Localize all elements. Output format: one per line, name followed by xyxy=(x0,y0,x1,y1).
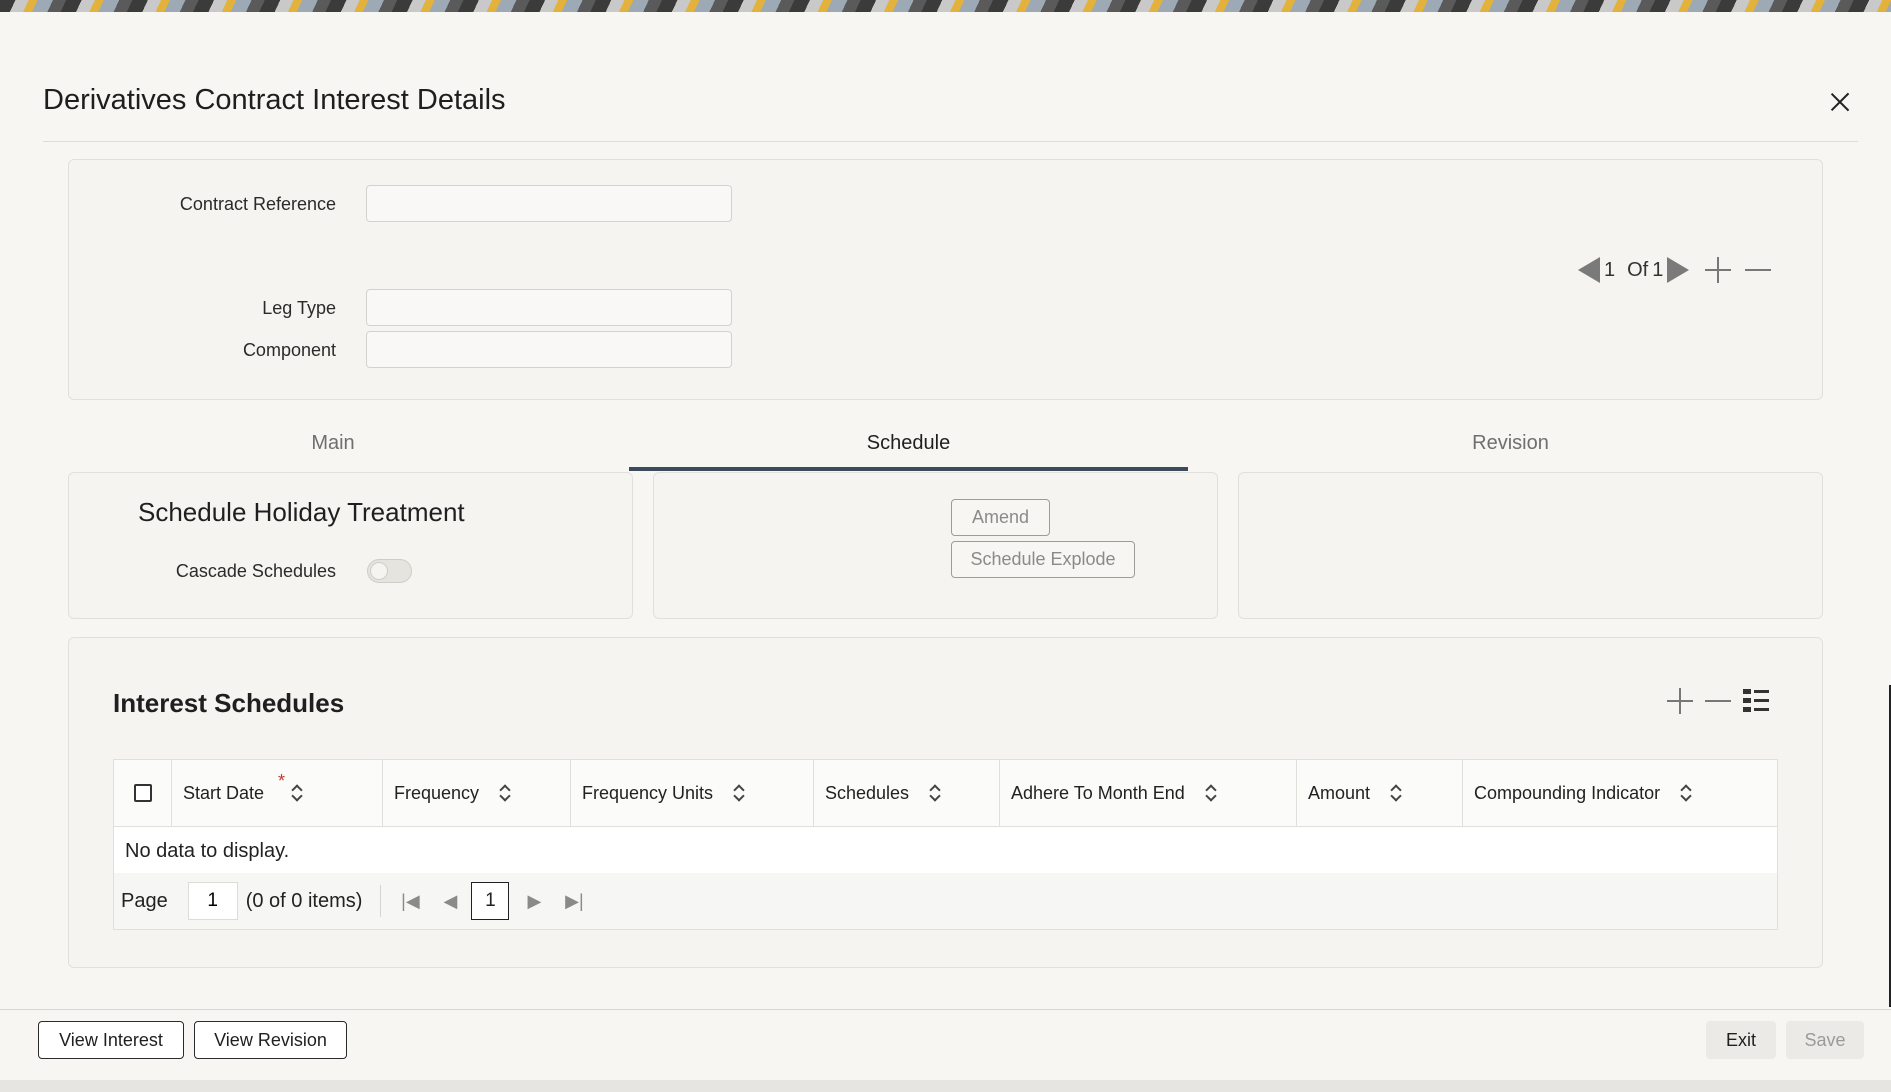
record-total: 1 xyxy=(1652,258,1664,281)
grid-toolbar xyxy=(1665,686,1771,716)
delete-record-icon[interactable] xyxy=(1743,255,1773,285)
contract-reference-input[interactable] xyxy=(366,185,732,222)
view-interest-button[interactable]: View Interest xyxy=(38,1021,184,1059)
active-tab-indicator xyxy=(629,467,1188,471)
column-frequency-units[interactable]: Frequency Units xyxy=(570,760,813,826)
items-count: (0 of 0 items) xyxy=(245,889,363,912)
tab-revision[interactable]: Revision xyxy=(1238,432,1783,472)
column-schedules[interactable]: Schedules xyxy=(813,760,999,826)
holiday-treatment-panel xyxy=(68,472,633,619)
select-all-cell xyxy=(114,760,171,826)
view-revision-button[interactable]: View Revision xyxy=(194,1021,347,1059)
contract-reference-label: Contract Reference xyxy=(179,194,336,214)
next-page-icon[interactable]: ▶ xyxy=(519,886,549,916)
revision-info-panel xyxy=(1238,472,1823,619)
column-frequency-units-label: Frequency Units xyxy=(582,782,714,803)
close-icon[interactable] xyxy=(1825,88,1855,118)
cascade-schedules-toggle[interactable] xyxy=(367,559,412,583)
record-of-label: Of xyxy=(1627,258,1649,281)
title-divider xyxy=(43,141,1858,142)
component-input[interactable] xyxy=(366,331,732,368)
grid-header-row: Start Date * Frequency Frequency Units S… xyxy=(114,760,1777,827)
cascade-schedules-label: Cascade Schedules xyxy=(175,561,336,581)
interest-schedules-title: Interest Schedules xyxy=(113,688,345,718)
column-amount-label: Amount xyxy=(1308,782,1371,803)
select-all-checkbox[interactable] xyxy=(133,784,152,802)
add-record-icon[interactable] xyxy=(1703,255,1733,285)
bottom-strip xyxy=(0,1080,1891,1092)
sort-icon[interactable] xyxy=(291,784,303,802)
record-pager: 1 Of 1 xyxy=(1578,255,1773,285)
first-page-icon[interactable]: |◀ xyxy=(395,886,425,916)
amend-button[interactable]: Amend xyxy=(951,499,1050,536)
schedule-explode-button[interactable]: Schedule Explode xyxy=(951,541,1135,578)
last-page-icon[interactable]: ▶| xyxy=(559,886,589,916)
column-frequency-label: Frequency xyxy=(394,782,480,803)
required-marker: * xyxy=(278,770,286,791)
column-start-date[interactable]: Start Date * xyxy=(171,760,382,826)
single-record-view-icon[interactable] xyxy=(1741,686,1771,716)
sort-icon[interactable] xyxy=(1205,784,1217,802)
pagination-divider xyxy=(380,885,382,917)
record-current: 1 xyxy=(1604,258,1616,281)
add-row-icon[interactable] xyxy=(1665,686,1695,716)
leg-type-input[interactable] xyxy=(366,289,732,326)
tab-main[interactable]: Main xyxy=(68,432,598,472)
column-schedules-label: Schedules xyxy=(825,782,910,803)
page-number-input[interactable] xyxy=(187,882,238,920)
delete-row-icon[interactable] xyxy=(1703,686,1733,716)
empty-grid-message: No data to display. xyxy=(125,840,290,862)
sort-icon[interactable] xyxy=(733,784,745,802)
column-adhere-to-month-end-label: Adhere To Month End xyxy=(1011,782,1185,803)
footer-divider xyxy=(0,1009,1891,1010)
sort-icon[interactable] xyxy=(1390,784,1402,802)
interest-schedules-grid: Start Date * Frequency Frequency Units S… xyxy=(113,759,1778,930)
exit-button[interactable]: Exit xyxy=(1706,1021,1776,1059)
column-compounding-indicator-label: Compounding Indicator xyxy=(1474,782,1661,803)
leg-type-label: Leg Type xyxy=(262,298,336,318)
save-button[interactable]: Save xyxy=(1786,1021,1864,1059)
column-adhere-to-month-end[interactable]: Adhere To Month End xyxy=(999,760,1296,826)
column-frequency[interactable]: Frequency xyxy=(382,760,570,826)
previous-record-icon[interactable] xyxy=(1578,257,1600,283)
sort-icon[interactable] xyxy=(1680,784,1692,802)
top-decorative-strip xyxy=(0,0,1891,12)
holiday-treatment-title: Schedule Holiday Treatment xyxy=(138,497,465,527)
sort-icon[interactable] xyxy=(499,784,511,802)
column-compounding-indicator[interactable]: Compounding Indicator xyxy=(1462,760,1777,826)
current-page-button[interactable]: 1 xyxy=(471,882,510,920)
page-label: Page xyxy=(121,889,168,912)
next-record-icon[interactable] xyxy=(1667,257,1690,283)
previous-page-icon[interactable]: ◀ xyxy=(435,886,465,916)
tab-schedule[interactable]: Schedule xyxy=(629,432,1188,472)
column-amount[interactable]: Amount xyxy=(1296,760,1462,826)
component-label: Component xyxy=(242,340,336,360)
column-start-date-label: Start Date xyxy=(183,782,265,803)
sort-icon[interactable] xyxy=(929,784,941,802)
grid-pagination: Page (0 of 0 items) |◀ ◀ 1 ▶ ▶| xyxy=(114,873,1777,929)
dialog-title: Derivatives Contract Interest Details xyxy=(43,84,506,116)
